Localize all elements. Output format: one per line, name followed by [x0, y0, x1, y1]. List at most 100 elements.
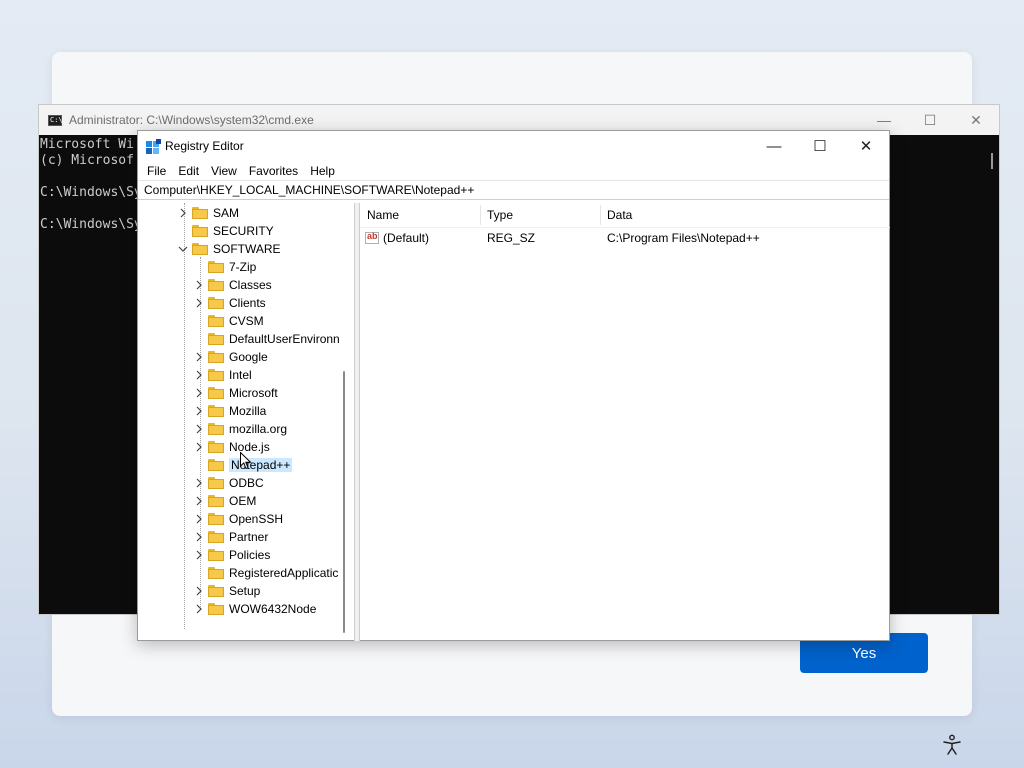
tree-item[interactable]: Policies: [208, 546, 270, 564]
tree-item[interactable]: SAM: [192, 204, 239, 222]
chevron-right-icon[interactable]: [194, 496, 204, 506]
chevron-down-icon[interactable]: [178, 244, 188, 254]
chevron-right-icon[interactable]: [194, 604, 204, 614]
folder-icon: [208, 441, 224, 453]
tree-item[interactable]: Google: [208, 348, 268, 366]
chevron-right-icon[interactable]: [194, 406, 204, 416]
tree-item[interactable]: ODBC: [208, 474, 264, 492]
registry-tree[interactable]: SAM SECURITY SOFTWARE 7-Zip Classes Clients CV…: [138, 203, 355, 641]
folder-icon: [192, 225, 208, 237]
tree-item[interactable]: Classes: [208, 276, 272, 294]
column-name[interactable]: Name: [360, 203, 480, 227]
list-item[interactable]: ab (Default) REG_SZ C:\Program Files\Not…: [360, 229, 880, 247]
console-output[interactable]: Microsoft Wi (c) Microsof C:\Windows\Sy C:\…: [40, 137, 142, 233]
chevron-right-icon[interactable]: [194, 424, 204, 434]
maximize-icon[interactable]: ☐: [907, 105, 953, 135]
value-type: REG_SZ: [487, 231, 536, 245]
folder-icon: [192, 207, 208, 219]
chevron-right-icon[interactable]: [194, 586, 204, 596]
menu-bar: File Edit View Favorites Help: [138, 161, 889, 180]
tree-item[interactable]: SECURITY: [192, 222, 274, 240]
tree-item[interactable]: OpenSSH: [208, 510, 283, 528]
folder-icon: [192, 243, 208, 255]
registry-editor-window[interactable]: Registry Editor — ☐ ✕ File Edit View Fav…: [137, 130, 890, 641]
tree-item[interactable]: Node.js: [208, 438, 270, 456]
tree-item[interactable]: Setup: [208, 582, 260, 600]
close-icon[interactable]: ✕: [843, 131, 889, 161]
tree-item[interactable]: Partner: [208, 528, 268, 546]
folder-icon: [208, 279, 224, 291]
tree-item[interactable]: OEM: [208, 492, 256, 510]
tree-item[interactable]: Mozilla: [208, 402, 266, 420]
tree-item[interactable]: 7-Zip: [208, 258, 256, 276]
column-type[interactable]: Type: [480, 203, 600, 227]
folder-icon: [208, 405, 224, 417]
tree-item[interactable]: SOFTWARE: [192, 240, 281, 258]
folder-icon: [208, 549, 224, 561]
maximize-icon[interactable]: ☐: [797, 131, 843, 161]
cmd-title: Administrator: C:\Windows\system32\cmd.e…: [69, 113, 314, 127]
tree-item-label: SAM: [213, 206, 240, 220]
address-bar[interactable]: Computer\HKEY_LOCAL_MACHINE\SOFTWARE\Not…: [138, 180, 889, 200]
console-scrollbar[interactable]: [991, 153, 993, 169]
folder-icon: [208, 477, 224, 489]
folder-icon: [208, 495, 224, 507]
accessibility-icon[interactable]: [942, 734, 962, 756]
minimize-icon[interactable]: —: [751, 131, 797, 161]
values-list[interactable]: Name Type Data ab (Default) REG_SZ C:\Pr…: [359, 203, 890, 641]
tree-vertical-scrollbar[interactable]: [343, 371, 345, 633]
tree-item-label: OEM: [229, 494, 257, 508]
regedit-titlebar[interactable]: Registry Editor — ☐ ✕: [138, 131, 889, 161]
menu-favorites[interactable]: Favorites: [243, 164, 304, 178]
chevron-right-icon[interactable]: [194, 478, 204, 488]
address-path[interactable]: Computer\HKEY_LOCAL_MACHINE\SOFTWARE\Not…: [144, 183, 474, 197]
value-data: C:\Program Files\Notepad++: [607, 231, 760, 245]
menu-edit[interactable]: Edit: [172, 164, 205, 178]
cmd-app-icon: C:\: [48, 114, 63, 126]
folder-icon: [208, 333, 224, 345]
tree-item-label: SOFTWARE: [213, 242, 281, 256]
chevron-right-icon[interactable]: [194, 550, 204, 560]
menu-view[interactable]: View: [205, 164, 243, 178]
tree-item[interactable]: Microsoft: [208, 384, 278, 402]
value-name: (Default): [383, 231, 430, 245]
chevron-right-icon[interactable]: [194, 532, 204, 542]
chevron-right-icon[interactable]: [194, 388, 204, 398]
folder-icon: [208, 369, 224, 381]
tree-item[interactable]: Clients: [208, 294, 266, 312]
tree-item-label: Setup: [229, 584, 261, 598]
tree-item[interactable]: DefaultUserEnvironn: [208, 330, 340, 348]
column-data[interactable]: Data: [600, 203, 880, 227]
tree-item[interactable]: WOW6432Node: [208, 600, 316, 618]
chevron-right-icon[interactable]: [194, 514, 204, 524]
tree-item[interactable]: RegisteredApplicatic: [208, 564, 338, 582]
chevron-right-icon[interactable]: [194, 298, 204, 308]
chevron-right-icon[interactable]: [194, 280, 204, 290]
tree-item[interactable]: mozilla.org: [208, 420, 287, 438]
regedit-title: Registry Editor: [165, 139, 244, 153]
menu-help[interactable]: Help: [304, 164, 341, 178]
close-icon[interactable]: ✕: [953, 105, 999, 135]
chevron-right-icon[interactable]: [194, 442, 204, 452]
tree-item-label: ODBC: [229, 476, 264, 490]
tree-item-label: Notepad++: [229, 458, 293, 472]
folder-icon: [208, 567, 224, 579]
chevron-right-icon[interactable]: [194, 370, 204, 380]
menu-file[interactable]: File: [141, 164, 172, 178]
tree-item-label: RegisteredApplicatic: [229, 566, 339, 580]
folder-icon: [208, 297, 224, 309]
chevron-right-icon[interactable]: [178, 208, 188, 218]
tree-item-label: SECURITY: [213, 224, 274, 238]
tree-item-label: CVSM: [229, 314, 264, 328]
tree-item[interactable]: CVSM: [208, 312, 264, 330]
folder-icon: [208, 585, 224, 597]
tree-item[interactable]: Intel: [208, 366, 252, 384]
mouse-cursor-icon: [240, 452, 252, 470]
tree-item-label: Policies: [229, 548, 271, 562]
tree-item-label: WOW6432Node: [229, 602, 317, 616]
chevron-right-icon[interactable]: [194, 352, 204, 362]
folder-icon: [208, 603, 224, 615]
tree-item-label: 7-Zip: [229, 260, 257, 274]
